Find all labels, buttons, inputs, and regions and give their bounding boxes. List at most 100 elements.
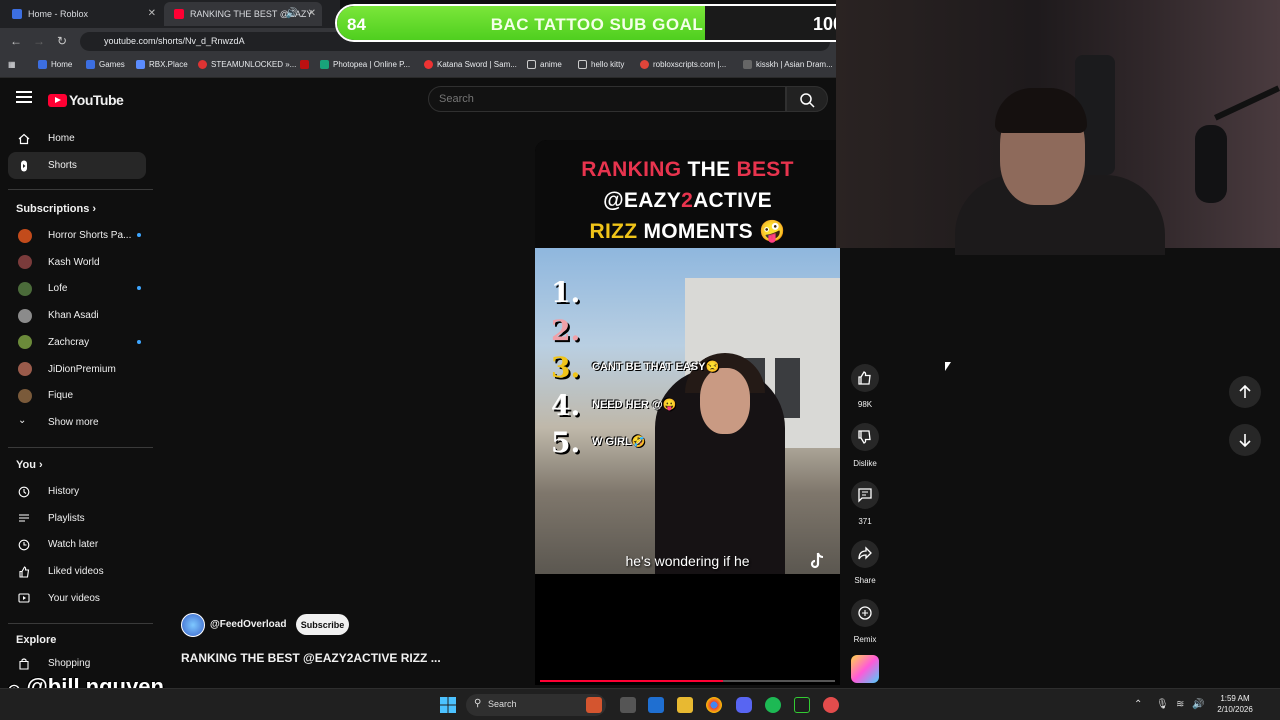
- bookmark-steamunlocked[interactable]: STEAMUNLOCKED »...: [198, 60, 296, 69]
- home-icon: [18, 133, 30, 144]
- app-icon[interactable]: [648, 697, 664, 713]
- sidebar-item-shorts[interactable]: Shorts: [8, 152, 146, 179]
- rank-caption: W GIRL🤣: [592, 436, 646, 448]
- short-video-player[interactable]: RANKING THE BEST @EAZY2ACTIVE RIZZ MOMEN…: [535, 140, 840, 685]
- share-action[interactable]: Share: [851, 540, 879, 585]
- tab-roblox[interactable]: Home - Roblox ✕: [2, 2, 162, 26]
- like-action[interactable]: 98K: [851, 364, 879, 409]
- video-progress-fill: [540, 680, 723, 682]
- file-explorer-icon[interactable]: [677, 697, 693, 713]
- bookmark-rbxplace[interactable]: RBX.Place: [136, 60, 188, 69]
- opera-icon[interactable]: [823, 697, 839, 713]
- history-icon: [18, 486, 30, 497]
- rank-number: 2.: [551, 313, 581, 347]
- rank-number: 5.: [551, 426, 581, 459]
- sidebar-item-playlists[interactable]: Playlists: [8, 505, 146, 532]
- comment-button[interactable]: [851, 481, 879, 510]
- microphone-icon[interactable]: 🎙: [1156, 699, 1169, 710]
- windows-start-icon[interactable]: [440, 697, 456, 713]
- next-short-button[interactable]: [1229, 424, 1261, 456]
- gift-icon[interactable]: [586, 697, 602, 713]
- subscription-item[interactable]: Zachcray: [8, 329, 146, 356]
- share-button[interactable]: [851, 540, 879, 569]
- you-heading[interactable]: You ›: [16, 459, 43, 471]
- dislike-button[interactable]: [851, 422, 879, 451]
- remix-action[interactable]: Remix: [851, 598, 879, 644]
- bookmark-hello-kitty[interactable]: hello kitty: [578, 60, 624, 69]
- search-input[interactable]: [429, 87, 785, 111]
- channel-name[interactable]: @FeedOverload: [210, 619, 286, 630]
- emoji: 🤪: [759, 220, 786, 243]
- sidebar-item-watch-later[interactable]: Watch later: [8, 531, 146, 558]
- subscription-item[interactable]: JiDionPremium: [8, 356, 146, 383]
- katana-icon: [424, 60, 433, 69]
- sidebar-item-home[interactable]: Home: [8, 125, 146, 152]
- channel-thumb[interactable]: [851, 655, 879, 683]
- close-icon[interactable]: ✕: [308, 8, 316, 19]
- forward-icon[interactable]: →: [33, 34, 45, 48]
- avatar: [18, 362, 32, 376]
- dislike-action[interactable]: Dislike: [851, 422, 879, 468]
- chevron-right-icon: ›: [39, 459, 43, 471]
- comment-action[interactable]: 371: [851, 481, 879, 526]
- clock[interactable]: 1:59 AM 2/10/2026: [1214, 693, 1256, 715]
- rank-number: 3.: [551, 351, 581, 384]
- youtube-logo[interactable]: YouTube: [48, 92, 124, 108]
- url-text: youtube.com/shorts/Nv_d_RnwzdA: [104, 36, 245, 46]
- sidebar-item-liked-videos[interactable]: Liked videos: [8, 558, 146, 585]
- short-title[interactable]: RANKING THE BEST @EAZY2ACTIVE RIZZ ...: [181, 651, 441, 665]
- previous-short-button[interactable]: [1229, 376, 1261, 408]
- bookmark-photopea[interactable]: Photopea | Online P...: [320, 60, 410, 69]
- bookmark-katana[interactable]: Katana Sword | Sam...: [424, 60, 517, 69]
- subscription-item[interactable]: Fique: [8, 382, 146, 409]
- search-button[interactable]: [786, 86, 828, 112]
- sidebar-item-history[interactable]: History: [8, 478, 146, 505]
- face-shape: [700, 368, 750, 434]
- divider: [8, 189, 153, 190]
- menu-icon[interactable]: [16, 91, 32, 106]
- subscribe-button[interactable]: Subscribe: [296, 614, 349, 635]
- channel-avatar[interactable]: [181, 613, 205, 637]
- close-icon[interactable]: ✕: [148, 8, 156, 19]
- new-content-dot: [137, 286, 141, 291]
- subscription-item[interactable]: Kash World: [8, 249, 146, 276]
- bookmark-red[interactable]: [300, 60, 313, 69]
- youtube-icon: [174, 9, 184, 19]
- subscription-item[interactable]: Lofe: [8, 275, 146, 302]
- tab-youtube[interactable]: RANKING THE BEST @EAZY 🔊 ✕: [164, 2, 322, 26]
- sidebar-item-your-videos[interactable]: Your videos: [8, 585, 146, 612]
- subscriptions-heading[interactable]: Subscriptions ›: [16, 203, 96, 215]
- bookmark-home[interactable]: Home: [38, 60, 72, 69]
- subscription-item[interactable]: Khan Asadi: [8, 302, 146, 329]
- discord-icon[interactable]: [736, 697, 752, 713]
- back-icon[interactable]: ←: [10, 34, 22, 48]
- wifi-icon[interactable]: ≋: [1176, 699, 1184, 710]
- search-box[interactable]: [428, 86, 786, 112]
- subscription-item[interactable]: Horror Shorts Pa...: [8, 222, 146, 249]
- bookmark-games[interactable]: Games: [86, 60, 125, 69]
- show-more-button[interactable]: ⌄ Show more: [8, 409, 146, 436]
- remix-button[interactable]: [851, 598, 879, 627]
- chevron-down-icon: ⌄: [18, 415, 27, 426]
- reload-icon[interactable]: ↻: [57, 34, 67, 48]
- tiktok-icon: [810, 552, 824, 569]
- taskbar-search[interactable]: Search: [466, 694, 606, 716]
- mouse-app-icon[interactable]: [620, 697, 636, 713]
- bookmark-robloxscripts[interactable]: robloxscripts.com |...: [640, 60, 726, 69]
- sidebar-item-shopping[interactable]: Shopping: [8, 650, 146, 677]
- volume-icon[interactable]: 🔊: [1192, 699, 1204, 710]
- app-icon[interactable]: [794, 697, 810, 713]
- speaker-icon[interactable]: 🔊: [286, 8, 298, 19]
- video-progress-bar[interactable]: [540, 680, 835, 682]
- apps-icon[interactable]: ▦: [8, 60, 16, 69]
- search-icon: ⚲: [474, 698, 482, 709]
- chrome-icon[interactable]: [706, 697, 722, 713]
- bookmark-anime[interactable]: anime: [527, 60, 562, 69]
- folder-icon: [578, 60, 587, 69]
- spotify-icon[interactable]: [765, 697, 781, 713]
- new-content-dot: [137, 233, 141, 237]
- rbx-icon: [136, 60, 145, 69]
- bookmark-kisskh[interactable]: kisskh | Asian Dram...: [743, 60, 833, 69]
- chevron-up-icon[interactable]: ⌃: [1134, 699, 1142, 710]
- like-button[interactable]: [851, 364, 879, 392]
